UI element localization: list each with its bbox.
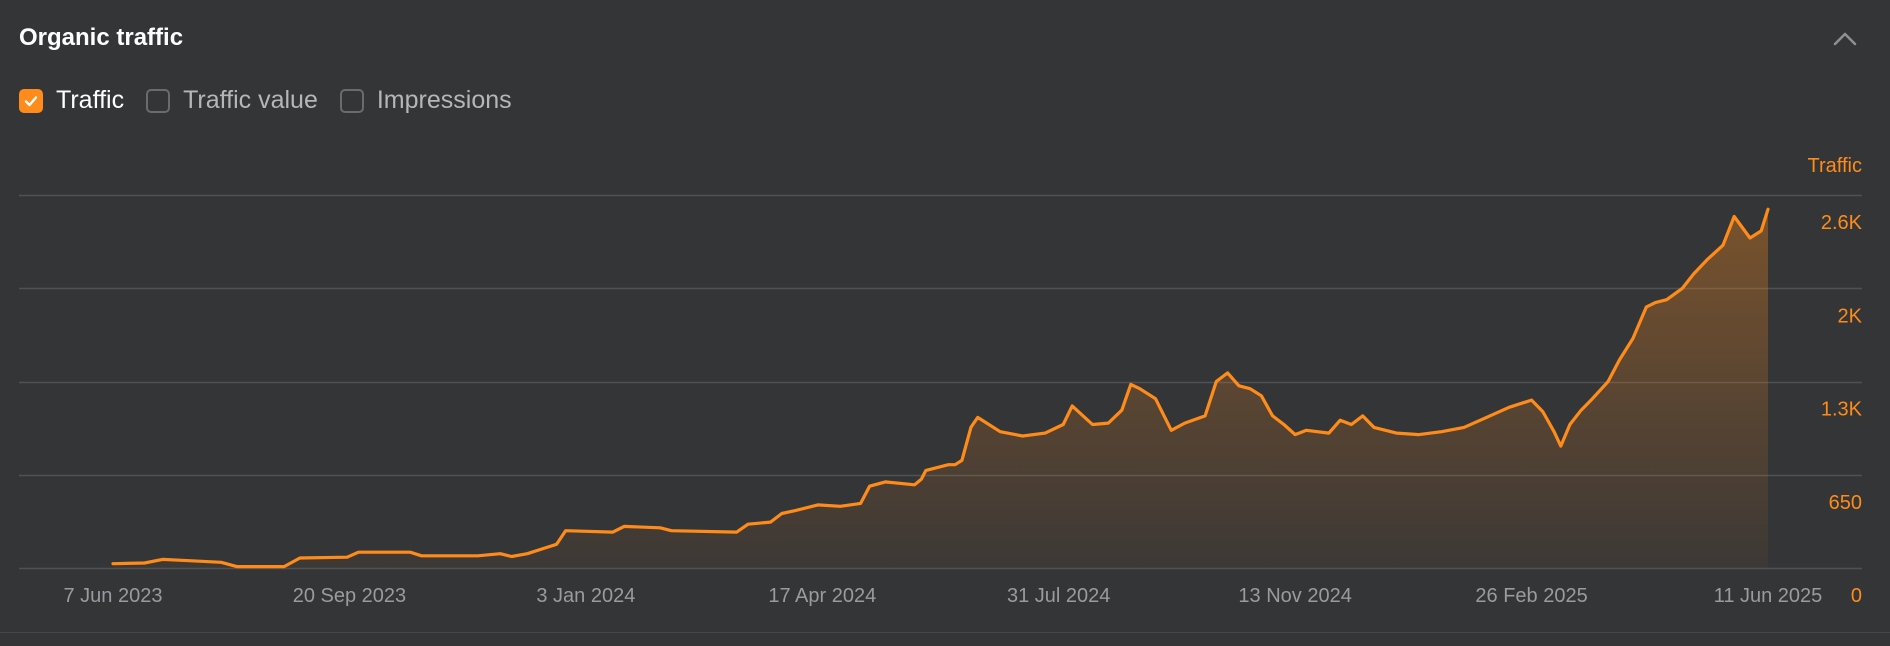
x-tick-label: 17 Apr 2024 — [768, 585, 876, 607]
traffic-chart: 0 650 1.3K 2K 2.6K 7 Jun 2023 20 Sep 2023 3 Ja… — [19, 155, 1863, 607]
x-tick-label: 13 Nov 2024 — [1238, 585, 1351, 607]
y-tick-label: 650 — [1829, 492, 1862, 514]
x-tick-label: 3 Jan 2024 — [536, 585, 635, 607]
x-tick-label: 26 Feb 2025 — [1475, 585, 1587, 607]
x-tick-label: 31 Jul 2024 — [1007, 585, 1110, 607]
x-tick-label: 7 Jun 2023 — [64, 585, 163, 607]
area-layer — [113, 209, 1768, 569]
x-tick-label: 11 Jun 2025 — [1714, 585, 1823, 607]
y-axis: 0 650 1.3K 2K 2.6K — [1821, 212, 1863, 607]
y-tick-label: 2.6K — [1821, 212, 1863, 234]
y-tick-label: 0 — [1851, 585, 1862, 607]
x-tick-label: 20 Sep 2023 — [293, 585, 406, 607]
divider — [0, 632, 1890, 633]
y-axis-title: Traffic — [1808, 155, 1862, 177]
y-tick-label: 2K — [1838, 305, 1863, 327]
traffic-area — [113, 209, 1768, 569]
x-axis: 7 Jun 2023 20 Sep 2023 3 Jan 2024 17 Apr 20… — [64, 585, 1823, 607]
y-tick-label: 1.3K — [1821, 399, 1863, 421]
organic-traffic-panel: Organic traffic Traffic Traffic value Im… — [0, 0, 1890, 646]
